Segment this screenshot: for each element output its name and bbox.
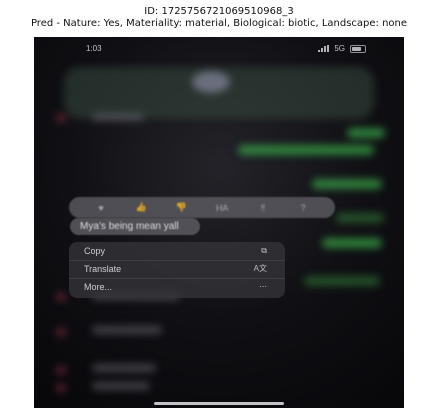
- blurred-sent-bubble: [322, 238, 382, 248]
- blurred-sent-bubble: [238, 145, 374, 155]
- blurred-sent-bubble: [347, 128, 385, 138]
- haha-icon[interactable]: HA: [216, 203, 229, 213]
- menu-item-label: Copy: [84, 246, 106, 256]
- blurred-message-line: [92, 113, 144, 121]
- blurred-sent-bubble: [336, 213, 384, 223]
- caption-id: ID: 1725756721069510968_3: [144, 6, 294, 17]
- menu-item-more[interactable]: More... ⋯: [69, 278, 285, 296]
- battery-icon: [350, 44, 366, 53]
- blurred-sent-bubble: [312, 179, 382, 189]
- blurred-message-line: [92, 326, 162, 334]
- copy-icon: ⧉: [261, 246, 267, 255]
- screenshot-page: ID: 1725756721069510968_3 Pred - Nature:…: [0, 0, 438, 418]
- caption: ID: 1725756721069510968_3 Pred - Nature:…: [0, 6, 438, 30]
- emphasis-icon[interactable]: ‼: [257, 203, 268, 213]
- menu-item-translate[interactable]: Translate A文: [69, 260, 285, 278]
- blurred-contact-strip: [56, 328, 66, 336]
- blurred-sent-bubble: [304, 276, 380, 286]
- cellular-signal-icon: [318, 45, 330, 52]
- phone-photo: 1:03 5G ♥ 👍 👎 HA ‼ ? Mya’s being mean ya…: [34, 37, 404, 408]
- network-label: 5G: [334, 44, 345, 53]
- blurred-message-line: [92, 382, 150, 390]
- message-context-menu: Copy ⧉ Translate A文 More... ⋯: [69, 242, 285, 298]
- blurred-contact-strip: [56, 293, 66, 301]
- menu-item-copy[interactable]: Copy ⧉: [69, 242, 285, 260]
- blurred-contact-strip: [56, 384, 66, 392]
- thumbs-down-icon[interactable]: 👎: [176, 202, 187, 213]
- status-indicators: 5G: [318, 44, 366, 53]
- caption-prediction: Pred - Nature: Yes, Materiality: materia…: [30, 18, 408, 29]
- heart-icon[interactable]: ♥: [96, 203, 107, 213]
- question-icon[interactable]: ?: [297, 203, 308, 213]
- status-time: 1:03: [86, 44, 102, 53]
- blurred-contact-strip: [56, 366, 66, 374]
- translate-icon: A文: [253, 264, 267, 273]
- blurred-message-line: [92, 364, 156, 372]
- selected-message[interactable]: Mya’s being mean yall: [70, 218, 200, 235]
- reaction-bar: ♥ 👍 👎 HA ‼ ?: [69, 197, 335, 218]
- menu-item-label: More...: [84, 282, 113, 292]
- more-icon: ⋯: [259, 282, 267, 291]
- menu-item-label: Translate: [84, 264, 122, 274]
- blurred-contact-strip: [56, 114, 66, 122]
- status-bar: 1:03 5G: [34, 37, 404, 61]
- thumbs-up-icon[interactable]: 👍: [136, 202, 147, 213]
- home-indicator[interactable]: [154, 402, 284, 405]
- blurred-avatar: [192, 71, 230, 93]
